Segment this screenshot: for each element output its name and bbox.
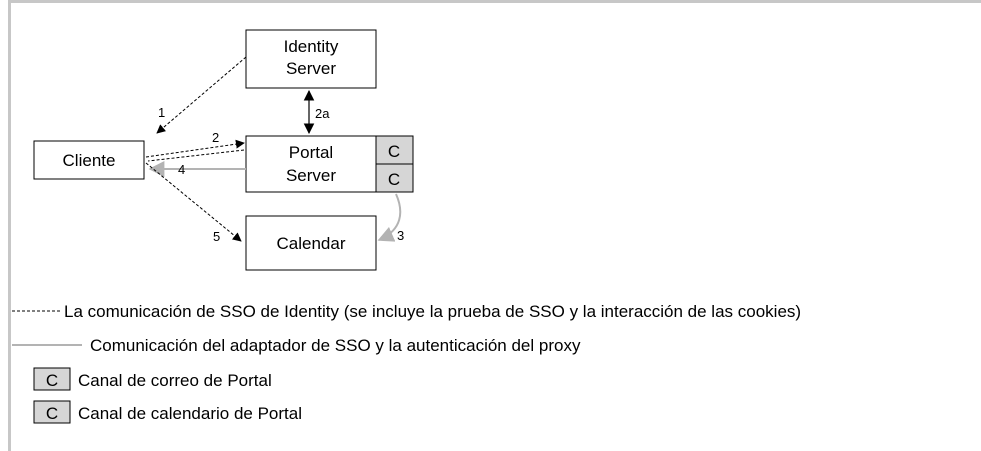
legend-adapter-proxy-text: Comunicación del adaptador de SSO y la a… bbox=[90, 336, 581, 355]
arrow-4: 4 bbox=[148, 161, 246, 177]
legend-item-mail-channel: C Canal de correo de Portal bbox=[33, 367, 272, 391]
legend-item-calendar-channel: C Canal de calendario de Portal bbox=[33, 400, 302, 424]
legend-mail-channel-text: Canal de correo de Portal bbox=[78, 371, 272, 390]
portal-calendar-channel: C bbox=[375, 163, 414, 193]
identity-server-label-line2: Server bbox=[286, 59, 336, 78]
arrow-2-label: 2 bbox=[212, 130, 219, 145]
arrow-1-label: 1 bbox=[158, 105, 165, 120]
cliente-node: Cliente bbox=[33, 140, 145, 180]
calendar-channel-label: C bbox=[388, 170, 400, 189]
portal-server-node: Portal Server bbox=[245, 135, 377, 193]
calendar-label: Calendar bbox=[277, 234, 346, 253]
legend-calendar-channel-symbol: C bbox=[46, 404, 58, 423]
arrow-2a: 2a bbox=[303, 89, 330, 135]
arrow-5: 5 bbox=[145, 162, 242, 244]
sso-diagram: Identity Server Cliente Portal Server C … bbox=[12, 29, 801, 424]
identity-server-node: Identity Server bbox=[245, 29, 377, 89]
arrow-5-label: 5 bbox=[213, 229, 220, 244]
dashed-return-line bbox=[147, 149, 245, 162]
arrow-4-label: 4 bbox=[178, 162, 185, 177]
arrow-2: 2 bbox=[145, 130, 245, 158]
arrow-1: 1 bbox=[156, 56, 247, 134]
legend-mail-channel-symbol: C bbox=[46, 371, 58, 390]
portal-server-label-line1: Portal bbox=[289, 143, 333, 162]
arrow-2a-label: 2a bbox=[315, 106, 330, 121]
mail-channel-label: C bbox=[388, 142, 400, 161]
calendar-node: Calendar bbox=[245, 215, 377, 271]
identity-server-label-line1: Identity bbox=[284, 37, 339, 56]
portal-mail-channel: C bbox=[375, 135, 414, 165]
legend: La comunicación de SSO de Identity (se i… bbox=[12, 302, 801, 424]
portal-server-label-line2: Server bbox=[286, 166, 336, 185]
arrow-3: 3 bbox=[377, 193, 404, 243]
legend-item-sso-identity: La comunicación de SSO de Identity (se i… bbox=[12, 302, 801, 321]
cliente-label: Cliente bbox=[63, 151, 116, 170]
legend-sso-identity-text: La comunicación de SSO de Identity (se i… bbox=[64, 302, 801, 321]
legend-item-adapter-proxy: Comunicación del adaptador de SSO y la a… bbox=[12, 336, 581, 355]
legend-calendar-channel-text: Canal de calendario de Portal bbox=[78, 404, 302, 423]
arrow-3-label: 3 bbox=[397, 228, 404, 243]
